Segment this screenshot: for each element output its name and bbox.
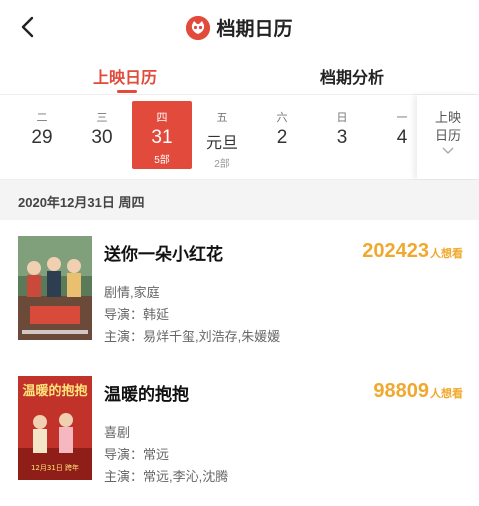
poster-date-text: 12月31日 跨年: [31, 463, 79, 472]
movie-cast: 主演：易烊千玺,刘浩存,朱媛媛: [104, 329, 281, 344]
chevron-down-icon: [442, 147, 454, 154]
header: 档期日历: [0, 0, 479, 56]
movie-genre: 喜剧: [104, 425, 131, 440]
want-to-see-count: 98809人想看: [373, 380, 463, 403]
movie-cast: 主演：常远,李沁,沈腾: [104, 469, 229, 484]
want-unit: 人想看: [430, 388, 463, 400]
date-item[interactable]: 五 元旦 2部: [192, 101, 252, 170]
movie-item[interactable]: 温暖的抱抱 12月31日 跨年 温暖的抱抱 98809人想看 喜剧 导演：常远 …: [0, 376, 479, 506]
release-calendar-toggle[interactable]: 上映 日历: [417, 95, 479, 179]
movie-item[interactable]: 送你一朵小红花 202423人想看 剧情,家庭 导演：韩延 主演：易烊千玺,刘浩…: [0, 236, 479, 366]
date-number: 31: [151, 127, 173, 148]
movie-count: 5部: [154, 155, 170, 166]
date-section-header: 2020年12月31日 周四: [0, 180, 479, 220]
tab-bar: 上映日历 档期分析: [0, 56, 479, 95]
weekday-label: 四: [156, 112, 168, 124]
date-number: 2: [276, 127, 288, 148]
movie-genre: 剧情,家庭: [104, 285, 160, 300]
date-item[interactable]: 二 29: [12, 101, 72, 169]
movie-count: 2部: [214, 159, 230, 170]
date-item-selected[interactable]: 四 31 5部: [132, 101, 192, 169]
want-number: 98809: [373, 380, 429, 402]
tab-schedule-analysis[interactable]: 档期分析: [320, 64, 384, 88]
poster-title-text: 温暖的抱抱: [22, 383, 87, 399]
want-to-see-count: 202423人想看: [362, 240, 463, 263]
weekday-label: 日: [336, 112, 348, 124]
date-number: 3: [336, 127, 348, 148]
toggle-label-line2: 日历: [434, 128, 461, 143]
date-section-label: 2020年12月31日 周四: [18, 195, 145, 210]
movie-poster[interactable]: 温暖的抱抱 12月31日 跨年: [18, 376, 92, 480]
active-tab-indicator: [117, 90, 137, 93]
movie-director: 导演：常远: [104, 447, 170, 462]
tab-release-calendar[interactable]: 上映日历: [93, 64, 157, 88]
date-number: 29: [31, 127, 53, 148]
weekday-label: 二: [36, 112, 48, 124]
movie-title: 温暖的抱抱: [104, 385, 189, 404]
date-item[interactable]: 六 2: [252, 101, 312, 169]
weekday-label: 三: [96, 112, 108, 124]
cat-eye-logo-icon: [186, 16, 211, 40]
date-number: 30: [91, 127, 113, 148]
movie-poster[interactable]: [18, 236, 92, 340]
date-item[interactable]: 日 3: [312, 101, 372, 169]
page-title-text: 档期日历: [216, 19, 293, 40]
weekday-label: 五: [216, 112, 228, 124]
weekday-label: 六: [276, 112, 288, 124]
date-number: 元旦: [205, 135, 238, 152]
want-unit: 人想看: [430, 248, 463, 260]
want-number: 202423: [362, 240, 429, 262]
date-item[interactable]: 三 30: [72, 101, 132, 169]
toggle-label-line1: 上映: [434, 110, 461, 125]
movie-title: 送你一朵小红花: [104, 245, 223, 264]
page-title: 档期日历: [0, 14, 479, 41]
date-strip: 二 29 三 30 四 31 5部 五 元旦 2部 六 2 日 3 一 4 上映…: [0, 95, 479, 180]
movie-director: 导演：韩延: [104, 307, 170, 322]
